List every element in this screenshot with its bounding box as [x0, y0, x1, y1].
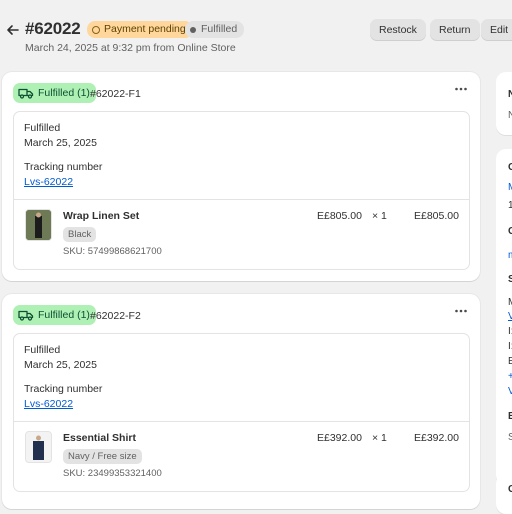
fulfillment-status-text: Fulfilled: [24, 122, 61, 134]
customer-card: C M 1 C m S M V I: I: E + V B S: [496, 149, 512, 485]
tracking-number-link[interactable]: Lvs-62022: [24, 176, 73, 188]
shipping-heading: S: [508, 274, 512, 285]
fulfillment-date: March 25, 2025: [24, 359, 97, 371]
contact-heading: C: [508, 226, 512, 237]
quantity: × 1: [372, 210, 387, 222]
fulfillment-id: #62022-F2: [90, 310, 141, 322]
payment-status-badge: Payment pending: [87, 21, 193, 38]
bottom-card-heading: C: [508, 484, 512, 495]
shipping-line: I:: [508, 326, 512, 337]
order-subtitle: March 24, 2025 at 9:32 pm from Online St…: [25, 42, 236, 54]
shipping-link[interactable]: V: [508, 311, 512, 322]
divider: [14, 421, 469, 422]
fulfilled-badge: Fulfilled (1): [13, 83, 96, 103]
fulfilled-badge-label: Fulfilled (1): [38, 309, 90, 321]
truck-icon: [18, 310, 34, 321]
notes-heading: N: [508, 89, 512, 100]
product-thumbnail: [25, 431, 52, 463]
shipping-line: E: [508, 356, 512, 367]
product-sku: SKU: 23499353321400: [63, 468, 162, 479]
unit-price: E£392.00: [317, 432, 362, 444]
variant-badge: Black: [63, 227, 97, 242]
shipping-line: M: [508, 297, 512, 308]
status-dot-icon: [190, 26, 196, 33]
fulfillment-status-badge: Fulfilled: [185, 21, 245, 38]
fulfillment-status-label: Fulfilled: [201, 23, 238, 35]
billing-text: S: [508, 432, 512, 443]
customer-name-link[interactable]: M: [508, 182, 512, 193]
pending-ring-icon: [92, 25, 100, 34]
tracking-number-link[interactable]: Lvs-62022: [24, 398, 73, 410]
more-actions-icon[interactable]: [454, 86, 468, 92]
back-arrow-icon[interactable]: [4, 21, 22, 39]
line-total: E£805.00: [414, 210, 459, 222]
fulfillment-details: Fulfilled March 25, 2025 Tracking number…: [13, 111, 470, 270]
fulfillment-id: #62022-F1: [90, 88, 141, 100]
tracking-label: Tracking number: [24, 383, 103, 395]
phone-link[interactable]: +: [508, 371, 512, 382]
bottom-card: C: [496, 474, 512, 514]
payment-status-label: Payment pending: [104, 23, 186, 35]
product-name[interactable]: Essential Shirt: [63, 432, 136, 444]
truck-icon: [18, 88, 34, 99]
view-map-link[interactable]: V: [508, 386, 512, 397]
quantity: × 1: [372, 432, 387, 444]
notes-text: N: [508, 110, 512, 121]
fulfillment-date: March 25, 2025: [24, 137, 97, 149]
variant-badge: Navy / Free size: [63, 449, 142, 464]
notes-card: N N: [496, 72, 512, 135]
product-name[interactable]: Wrap Linen Set: [63, 210, 139, 222]
divider: [14, 199, 469, 200]
billing-heading: B: [508, 411, 512, 422]
product-sku: SKU: 57499868621700: [63, 246, 162, 257]
more-actions-icon[interactable]: [454, 308, 468, 314]
customer-orders: 1: [508, 200, 512, 211]
edit-button[interactable]: Edit: [481, 19, 512, 41]
tracking-label: Tracking number: [24, 161, 103, 173]
unit-price: E£805.00: [317, 210, 362, 222]
contact-email-link[interactable]: m: [508, 250, 512, 261]
restock-button[interactable]: Restock: [370, 19, 426, 41]
fulfillment-card: Fulfilled (1) #62022-F2 Fulfilled March …: [2, 294, 480, 509]
product-thumbnail: [25, 209, 52, 241]
fulfilled-badge: Fulfilled (1): [13, 305, 96, 325]
line-total: E£392.00: [414, 432, 459, 444]
fulfilled-badge-label: Fulfilled (1): [38, 87, 90, 99]
order-title: #62022: [25, 19, 81, 38]
return-button[interactable]: Return: [430, 19, 480, 41]
fulfillment-details: Fulfilled March 25, 2025 Tracking number…: [13, 333, 470, 492]
fulfillment-card: Fulfilled (1) #62022-F1 Fulfilled March …: [2, 72, 480, 281]
shipping-line: I:: [508, 341, 512, 352]
customer-heading: C: [508, 162, 512, 173]
fulfillment-status-text: Fulfilled: [24, 344, 61, 356]
